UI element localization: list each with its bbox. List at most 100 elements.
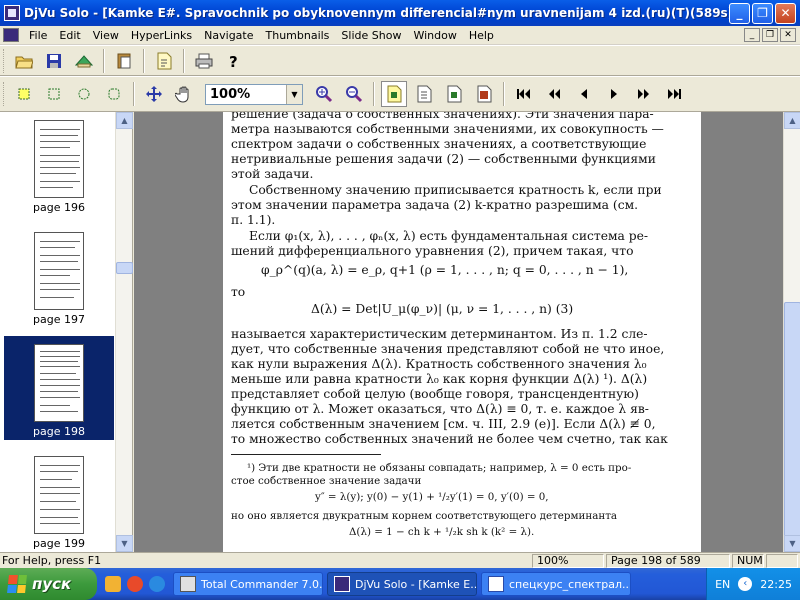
task-total-commander[interactable]: Total Commander 7.0...: [173, 572, 323, 596]
doc-close-button[interactable]: ✕: [780, 28, 796, 42]
task-label: спецкурс_спектрал...: [509, 577, 631, 591]
previous-page-icon[interactable]: [571, 81, 597, 107]
menu-edit[interactable]: Edit: [53, 29, 86, 42]
page-line: этой задачи.: [231, 167, 314, 181]
footnote-formula: Δ(λ) = 1 − ch k + ¹/₂k sh k (k² = λ).: [349, 526, 535, 538]
menu-thumbnails[interactable]: Thumbnails: [260, 29, 336, 42]
zoom-select[interactable]: 100% ▼: [205, 83, 303, 105]
thumbnail-image: [34, 232, 84, 310]
scroll-thumb[interactable]: [116, 262, 133, 274]
menu-window[interactable]: Window: [407, 29, 462, 42]
window-title: DjVu Solo - [Kamke E#. Spravochnik po ob…: [24, 6, 729, 20]
fast-back-icon[interactable]: [541, 81, 567, 107]
menu-file[interactable]: File: [23, 29, 53, 42]
open-folder-icon[interactable]: [11, 48, 37, 74]
menu-help[interactable]: Help: [463, 29, 500, 42]
clock: 22:25: [760, 577, 792, 591]
taskbar: пуск Total Commander 7.0... DjVu Solo - …: [0, 568, 800, 600]
thumbnail-page-197[interactable]: page 197: [4, 228, 114, 326]
menu-navigate[interactable]: Navigate: [198, 29, 259, 42]
menu-hyperlinks[interactable]: HyperLinks: [125, 29, 198, 42]
rect-select-icon[interactable]: [41, 81, 67, 107]
send-icon[interactable]: [71, 48, 97, 74]
task-word-document[interactable]: спецкурс_спектрал...: [481, 572, 631, 596]
page-icon[interactable]: [151, 48, 177, 74]
menu-view[interactable]: View: [87, 29, 125, 42]
thumbnail-page-198[interactable]: page 198: [4, 336, 114, 440]
document-icon[interactable]: [3, 28, 19, 42]
menu-slide-show[interactable]: Slide Show: [335, 29, 407, 42]
scroll-up-icon[interactable]: ▲: [784, 112, 800, 129]
scroll-up-icon[interactable]: ▲: [116, 112, 133, 129]
page-line: спектром задачи о собственных значениях,…: [231, 137, 647, 151]
page-line: ляется собственным значением [см. ч. III…: [231, 417, 656, 431]
color-page-icon[interactable]: [471, 81, 497, 107]
media-player-icon[interactable]: [127, 576, 143, 592]
scroll-down-icon[interactable]: ▼: [784, 535, 800, 552]
single-page-icon[interactable]: [381, 81, 407, 107]
paste-icon[interactable]: [111, 48, 137, 74]
thumbnail-page-196[interactable]: page 196: [4, 116, 114, 214]
page-line: нетривиальные решения задачи (2) — собст…: [231, 152, 656, 166]
view-toolbar: 100% ▼: [0, 76, 800, 112]
task-djvu-solo[interactable]: DjVu Solo - [Kamke E...: [327, 572, 477, 596]
select-all-icon[interactable]: [11, 81, 37, 107]
scroll-thumb[interactable]: [784, 302, 800, 548]
quick-launch-icon[interactable]: [105, 576, 121, 592]
fast-forward-icon[interactable]: [631, 81, 657, 107]
document-scrollbar[interactable]: ▲ ▼: [783, 112, 800, 552]
page-line: Если φ₁(x, λ), . . . , φₙ(x, λ) есть фун…: [249, 229, 649, 243]
thumbnail-label: page 198: [33, 425, 85, 438]
status-empty: [766, 553, 798, 568]
maximize-button[interactable]: ❐: [752, 2, 773, 24]
footnote-line: стое собственное значение задачи: [231, 475, 422, 487]
help-icon[interactable]: ?: [221, 48, 247, 74]
document-page: решение (задача о собственных значениях)…: [223, 112, 701, 552]
page-line: решение (задача о собственных значениях)…: [231, 112, 654, 121]
facing-pages-icon[interactable]: [441, 81, 467, 107]
hand-tool-icon[interactable]: [171, 81, 197, 107]
thumbnail-scrollbar[interactable]: ▲ ▼: [115, 112, 133, 552]
zoom-in-icon[interactable]: [311, 81, 337, 107]
next-page-icon[interactable]: [601, 81, 627, 107]
page-line: как нули выражения Δ(λ). Кратность собст…: [231, 357, 647, 371]
thumbnail-page-199[interactable]: page 199: [4, 452, 114, 550]
scroll-down-icon[interactable]: ▼: [116, 535, 133, 552]
doc-minimize-button[interactable]: _: [744, 28, 760, 42]
page-line: метра называются собственными значениями…: [231, 122, 664, 136]
thumbnail-label: page 196: [33, 201, 85, 214]
page-line: представляет собой целую (вообще говоря,…: [231, 387, 639, 401]
close-button[interactable]: ✕: [775, 2, 796, 24]
page-line: функцию от λ. Может оказаться, что Δ(λ) …: [231, 402, 649, 416]
zoom-select-value: 100%: [210, 86, 251, 102]
page-line: дует, что собственные значения представл…: [231, 342, 665, 356]
tray-expand-icon[interactable]: ‹: [738, 577, 753, 591]
print-icon[interactable]: [191, 48, 217, 74]
app-icon[interactable]: [4, 5, 20, 21]
system-tray: EN ‹ 22:25: [706, 568, 800, 600]
move-icon[interactable]: [141, 81, 167, 107]
document-view[interactable]: решение (задача о собственных значениях)…: [134, 112, 783, 552]
toolbar-grip-2[interactable]: [3, 82, 6, 106]
doc-restore-button[interactable]: ❐: [762, 28, 778, 42]
page-line: Собственному значению приписывается крат…: [249, 183, 662, 197]
thumbnail-image: [34, 344, 84, 422]
minimize-button[interactable]: _: [729, 2, 750, 24]
thumbnail-image: [34, 120, 84, 198]
save-icon[interactable]: [41, 48, 67, 74]
browser-icon[interactable]: [149, 576, 165, 592]
language-indicator[interactable]: EN: [715, 578, 730, 591]
djvu-icon: [334, 576, 350, 592]
zoom-out-icon[interactable]: [341, 81, 367, 107]
toolbar-grip[interactable]: [3, 48, 6, 73]
last-page-icon[interactable]: [661, 81, 687, 107]
continuous-page-icon[interactable]: [411, 81, 437, 107]
lasso-select-icon[interactable]: [71, 81, 97, 107]
footnote-formula: y″ = λ(y); y(0) − y(1) + ¹/₂y′(1) = 0, y…: [315, 491, 549, 503]
zone-select-icon[interactable]: [101, 81, 127, 107]
chevron-down-icon[interactable]: ▼: [286, 84, 302, 104]
start-button[interactable]: пуск: [0, 568, 97, 600]
status-help-text: For Help, press F1: [2, 554, 102, 567]
title-bar: DjVu Solo - [Kamke E#. Spravochnik po ob…: [0, 0, 800, 26]
first-page-icon[interactable]: [511, 81, 537, 107]
